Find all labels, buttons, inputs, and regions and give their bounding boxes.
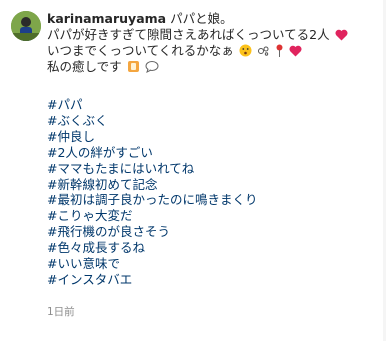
hashtag-link[interactable]: #最初は調子良かったのに鳴きまくり	[47, 192, 257, 208]
caption-line-2: パパが好きすぎて隙間さえあればくっついてる2人	[47, 27, 330, 42]
avatar[interactable]	[11, 11, 41, 41]
bubble-icon	[257, 44, 270, 61]
hashtag-list: #パパ #ぶくぶく #仲良し #2人の絆がすごい #ママもたまにはいれてね #新…	[47, 97, 257, 288]
hashtag-link[interactable]: #ママもたまにはいれてね	[47, 161, 257, 177]
comment-frame: karinamaruyama パパと娘。 パパが好きすぎて隙間さえあればくっつい…	[0, 0, 386, 341]
caption-line-3: いつまでくっついてくれるかなぁ	[47, 43, 234, 58]
red-heart-icon	[335, 29, 348, 45]
speech-balloon-icon	[145, 60, 159, 77]
hashtag-link[interactable]: #ぶくぶく	[47, 113, 257, 129]
hashtag-link[interactable]: #仲良し	[47, 129, 257, 145]
red-heart-icon	[289, 45, 302, 61]
hashtag-link[interactable]: #色々成長するね	[47, 240, 257, 256]
hashtag-link[interactable]: #2人の絆がすごい	[47, 145, 257, 161]
post-timestamp[interactable]: 1日前	[47, 304, 75, 319]
username-link[interactable]: karinamaruyama	[47, 11, 166, 26]
hashtag-link[interactable]: #こりゃ大変だ	[47, 208, 257, 224]
pin-icon	[275, 44, 284, 61]
hashtag-link[interactable]: #飛行機のが良さそう	[47, 224, 257, 240]
caption-line-4: 私の癒しです	[47, 59, 122, 74]
hashtag-link[interactable]: #いい意味で	[47, 256, 257, 272]
baby-bottle-icon	[127, 60, 140, 77]
hashtag-link[interactable]: #新幹線初めて記念	[47, 177, 257, 193]
caption-line-1: パパと娘。	[170, 11, 233, 26]
hushed-face-icon	[239, 44, 252, 61]
hashtag-link[interactable]: #パパ	[47, 97, 257, 113]
hashtag-link[interactable]: #インスタバエ	[47, 272, 257, 288]
